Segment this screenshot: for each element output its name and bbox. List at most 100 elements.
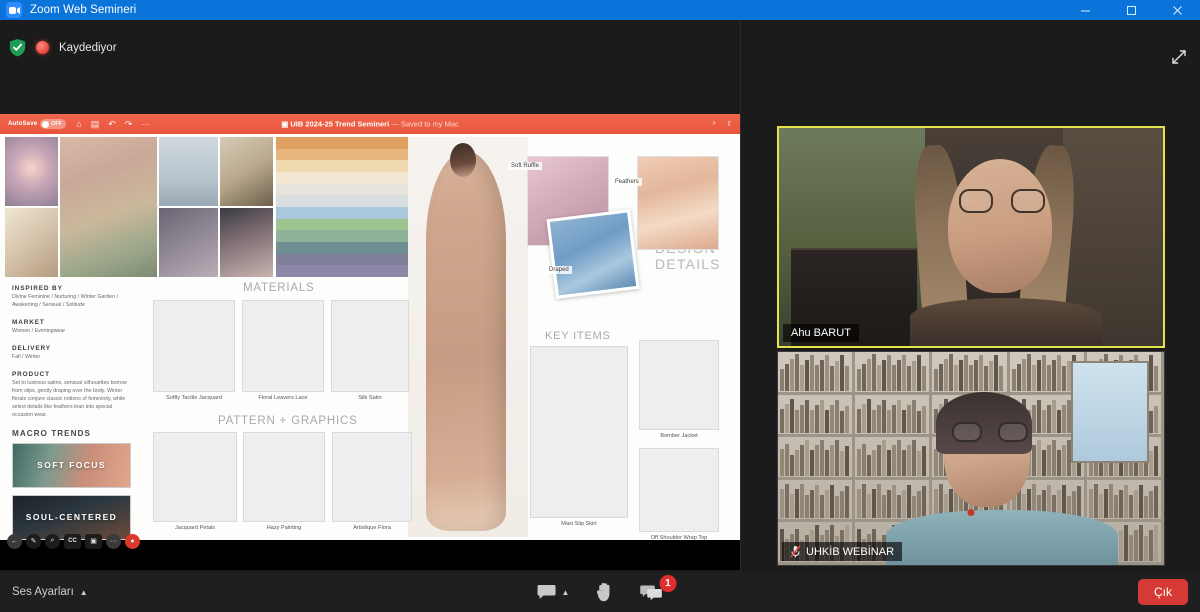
magnifier-icon[interactable]: ⌕ (45, 534, 60, 549)
video-icon[interactable]: ▣ (85, 534, 102, 549)
redo-icon[interactable]: ↷ (125, 120, 133, 129)
raise-hand-button[interactable] (595, 582, 613, 602)
qa-button[interactable]: 1 (639, 583, 663, 601)
minimize-icon[interactable] (1062, 0, 1108, 20)
recording-dot-icon[interactable] (36, 41, 49, 54)
audio-settings-button[interactable]: Ses Ayarları ▲ (12, 586, 88, 598)
window-title: Zoom Web Semineri (30, 4, 136, 16)
more-icon[interactable]: ··· (141, 120, 150, 129)
collage-image (5, 208, 58, 277)
save-icon[interactable]: ▤ (91, 120, 100, 129)
book (800, 484, 804, 518)
autosave-switch[interactable]: OFF (40, 119, 66, 129)
swatch-image (243, 432, 325, 522)
key-item-bomber-jacket: Bomber Jacket (639, 340, 719, 440)
book (897, 495, 901, 518)
book (882, 360, 886, 391)
macro-card-soft-focus: SOFT FOCUS (12, 443, 131, 488)
more-dots-icon[interactable]: ··· (106, 534, 121, 549)
book (780, 409, 784, 433)
shared-screen[interactable]: AutoSave OFF ⌂ ▤ ↶ ↷ ··· ▣ UIB 2024-25 T… (0, 114, 740, 570)
model-gown (426, 151, 506, 531)
zoom-logo-icon (6, 2, 22, 18)
pen-icon[interactable]: ✎ (26, 534, 41, 549)
book (1062, 445, 1066, 475)
book (805, 400, 809, 434)
participant-video (778, 352, 1164, 565)
book (867, 359, 871, 390)
maximize-icon[interactable] (1108, 0, 1154, 20)
participant-tile-uhkib-webinar[interactable]: UHKİB WEBİNAR (777, 351, 1165, 566)
swatch-caption: Hazy Painting (243, 525, 325, 532)
book (1042, 450, 1046, 476)
book (1149, 451, 1153, 476)
book (959, 360, 963, 391)
book (882, 495, 886, 519)
material-swatch-jacquard: Softly Tactile Jacquard (153, 300, 235, 402)
swatch-image (332, 432, 412, 522)
book (1149, 411, 1153, 433)
document-icon: ▣ (281, 120, 288, 129)
person-eyeglasses (959, 189, 1045, 215)
book (902, 490, 906, 518)
book (1037, 400, 1041, 434)
design-details-line2: DETAILS (655, 256, 721, 272)
book (887, 355, 891, 391)
book (815, 405, 819, 433)
book (867, 399, 871, 433)
book (1134, 490, 1138, 518)
book (892, 365, 896, 390)
captions-button[interactable]: CC (64, 534, 81, 549)
collage-image (159, 208, 217, 277)
book (1057, 355, 1061, 391)
chat-button[interactable]: ▲ (537, 584, 570, 600)
share-control-strip[interactable]: ← ✎ ⌕ CC ▣ ··· ● (4, 532, 143, 550)
book (902, 450, 906, 475)
key-item-off-shoulder-wrap-top: Off Shoulder Wrap Top (639, 448, 719, 540)
book (912, 361, 916, 391)
book (872, 450, 876, 476)
book (845, 486, 849, 519)
book (1012, 369, 1016, 390)
book (877, 405, 881, 434)
book (820, 440, 824, 476)
bookshelf-row (855, 352, 929, 395)
book (780, 489, 784, 518)
book (1139, 525, 1143, 561)
back-arrow-icon[interactable]: ← (7, 534, 22, 549)
book (887, 450, 891, 476)
book (882, 400, 886, 434)
person-necklace (968, 509, 975, 516)
book (795, 410, 799, 434)
recording-label: Kaydediyor (59, 42, 117, 54)
book (1032, 445, 1036, 476)
record-icon[interactable]: ● (125, 534, 140, 549)
participant-tile-ahu-barut[interactable]: Ahu BARUT (777, 126, 1165, 348)
book (1032, 365, 1036, 391)
book (785, 404, 789, 433)
book (892, 485, 896, 519)
chevron-up-icon[interactable]: ▲ (80, 588, 88, 597)
book (934, 449, 938, 476)
expand-fullscreen-icon[interactable] (1170, 48, 1188, 66)
inspired-by-body: Divine Feminine / Nurturing / Winter Gar… (12, 294, 131, 310)
autosave-toggle[interactable]: AutoSave OFF (8, 119, 66, 129)
undo-icon[interactable]: ↶ (108, 120, 116, 129)
book (780, 449, 784, 476)
book (820, 495, 824, 518)
bookshelf-row (932, 352, 1006, 395)
leave-meeting-button[interactable]: Çık (1138, 579, 1188, 605)
search-icon[interactable]: ⌕ (712, 120, 716, 128)
book (1094, 484, 1098, 518)
share-icon[interactable]: ⇧ (726, 120, 732, 128)
book (1134, 530, 1138, 561)
chat-chevron-up-icon[interactable]: ▲ (562, 588, 570, 597)
book (790, 455, 794, 476)
book (1124, 525, 1128, 561)
book (907, 485, 911, 518)
close-icon[interactable] (1154, 0, 1200, 20)
captions-label: CC (68, 538, 77, 544)
home-icon[interactable]: ⌂ (76, 120, 81, 129)
book (969, 365, 973, 390)
encryption-shield-icon[interactable] (9, 38, 26, 57)
